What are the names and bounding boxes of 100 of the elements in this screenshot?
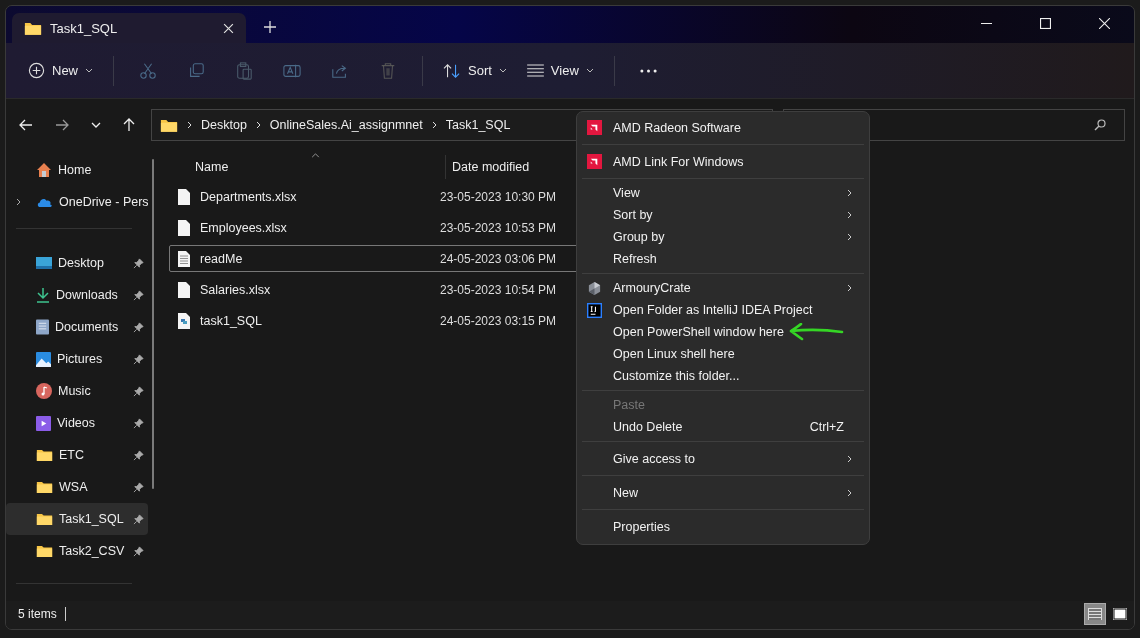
pin-icon[interactable]: [133, 289, 144, 301]
menu-item[interactable]: New: [582, 479, 864, 506]
menu-item[interactable]: Group by: [582, 226, 864, 248]
new-tab-icon[interactable]: [264, 21, 276, 33]
sidebar-item[interactable]: Downloads: [6, 279, 148, 311]
clipboard-icon[interactable]: [235, 61, 253, 80]
close-tab-icon[interactable]: [223, 22, 234, 34]
pin-icon[interactable]: [133, 545, 144, 557]
sidebar-item[interactable]: Pictures: [6, 343, 148, 375]
shortcut-text: Ctrl+Z: [809, 420, 844, 434]
menu-item[interactable]: Open Folder as IntelliJ IDEA Project: [582, 299, 864, 321]
picture-icon: [36, 351, 51, 367]
submenu-chevron-icon: [847, 454, 852, 463]
menu-item[interactable]: Undo Delete Ctrl+Z: [582, 416, 864, 438]
breadcrumb[interactable]: Desktop: [201, 118, 247, 132]
pin-icon[interactable]: [133, 321, 144, 333]
menu-item[interactable]: AMD Link For Windows: [582, 148, 864, 175]
menu-item[interactable]: Sort by: [582, 204, 864, 226]
menu-item[interactable]: Open PowerShell window here: [582, 321, 864, 343]
amd-icon: [587, 154, 602, 169]
pin-icon[interactable]: [133, 417, 144, 429]
up-icon[interactable]: [123, 118, 135, 132]
close-icon[interactable]: [1099, 18, 1110, 29]
maximize-icon[interactable]: [1040, 18, 1051, 29]
text-file-icon: [178, 250, 190, 267]
sidebar-item[interactable]: Music: [6, 375, 148, 407]
file-icon: [178, 281, 190, 298]
arrow-annotation: [787, 323, 844, 341]
python-file-icon: [178, 312, 190, 329]
submenu-chevron-icon: [847, 233, 852, 241]
list-icon: [1088, 608, 1102, 620]
document-icon: [36, 319, 49, 335]
menu-item[interactable]: ArmouryCrate: [582, 277, 864, 299]
home-icon: [36, 162, 52, 178]
sidebar-item[interactable]: OneDrive - Pers: [6, 186, 148, 218]
pin-icon[interactable]: [133, 481, 144, 493]
file-row[interactable]: Departments.xlsx 23-05-2023 10:30 PM: [169, 183, 569, 210]
menu-item[interactable]: View: [582, 182, 864, 204]
file-icon: [178, 188, 190, 205]
column-header[interactable]: Name: [169, 160, 445, 174]
pin-icon[interactable]: [133, 257, 144, 269]
sidebar-item[interactable]: WSA: [6, 471, 148, 503]
file-row[interactable]: Salaries.xlsx 23-05-2023 10:54 PM: [169, 276, 569, 303]
folder-icon: [36, 448, 53, 462]
copy-icon[interactable]: [187, 61, 205, 80]
breadcrumb[interactable]: Task1_SQL: [445, 118, 511, 132]
sidebar-item[interactable]: Documents: [6, 311, 148, 343]
sidebar-item[interactable]: Task1_SQL: [6, 503, 148, 535]
chevron-icon: [187, 121, 192, 129]
folder-tab[interactable]: Task1_SQL: [12, 13, 246, 43]
pin-icon[interactable]: [133, 353, 144, 365]
video-icon: [36, 415, 51, 431]
back-icon[interactable]: [19, 119, 33, 131]
search-icon: [1094, 119, 1106, 131]
sidebar-item[interactable]: Videos: [6, 407, 148, 439]
menu-item[interactable]: Customize this folder...: [582, 365, 864, 387]
folder-icon: [160, 117, 178, 133]
folder-icon: [24, 20, 42, 36]
folder-icon: [36, 512, 53, 526]
hexagon-icon: [587, 280, 602, 296]
desktop-icon: [36, 256, 52, 270]
chevron-icon: [431, 121, 437, 129]
submenu-chevron-icon: [847, 488, 852, 497]
new-button[interactable]: New: [20, 56, 101, 85]
expand-icon[interactable]: [15, 198, 21, 206]
amd-icon: [587, 120, 602, 135]
pin-icon[interactable]: [133, 385, 144, 397]
file-icon: [178, 219, 190, 236]
folder-icon: [36, 480, 53, 494]
sidebar-item[interactable]: Task2_CSV: [6, 535, 148, 567]
menu-item[interactable]: Open Linux shell here: [582, 343, 864, 365]
sidebar-item[interactable]: Desktop: [6, 247, 148, 279]
breadcrumb[interactable]: OnlineSales.Ai_assignmnet: [269, 118, 423, 132]
music-icon: [36, 383, 52, 399]
caret-icon: [498, 68, 507, 73]
menu-item[interactable]: Give access to: [582, 445, 864, 472]
sort-arrows-icon: [443, 62, 461, 79]
column-header[interactable]: Date modified: [445, 155, 530, 179]
sidebar-item[interactable]: ETC: [6, 439, 148, 471]
chevron-icon: [255, 121, 261, 129]
cut-icon[interactable]: [139, 61, 157, 80]
forward-icon[interactable]: [55, 119, 69, 131]
file-row[interactable]: task1_SQL 24-05-2023 03:15 PM: [169, 307, 569, 334]
more-icon[interactable]: [639, 68, 657, 73]
cloud-icon: [36, 196, 53, 208]
sort-caret-icon: [311, 153, 320, 158]
caret-icon: [585, 68, 594, 73]
submenu-chevron-icon: [847, 211, 852, 219]
pin-icon[interactable]: [133, 449, 144, 461]
file-row[interactable]: Employees.xlsx 23-05-2023 10:53 PM: [169, 214, 569, 241]
pin-icon[interactable]: [133, 513, 144, 525]
sort-button[interactable]: Sort: [435, 56, 515, 85]
plus-circle-icon: [28, 62, 45, 79]
submenu-chevron-icon: [847, 284, 852, 292]
square-icon: [1113, 608, 1127, 620]
sidebar-item[interactable]: Home: [6, 154, 148, 186]
caret-icon: [85, 68, 93, 73]
menu-item[interactable]: Properties: [582, 513, 864, 540]
view-button[interactable]: View: [518, 57, 602, 84]
dropdown-icon[interactable]: [91, 122, 101, 128]
